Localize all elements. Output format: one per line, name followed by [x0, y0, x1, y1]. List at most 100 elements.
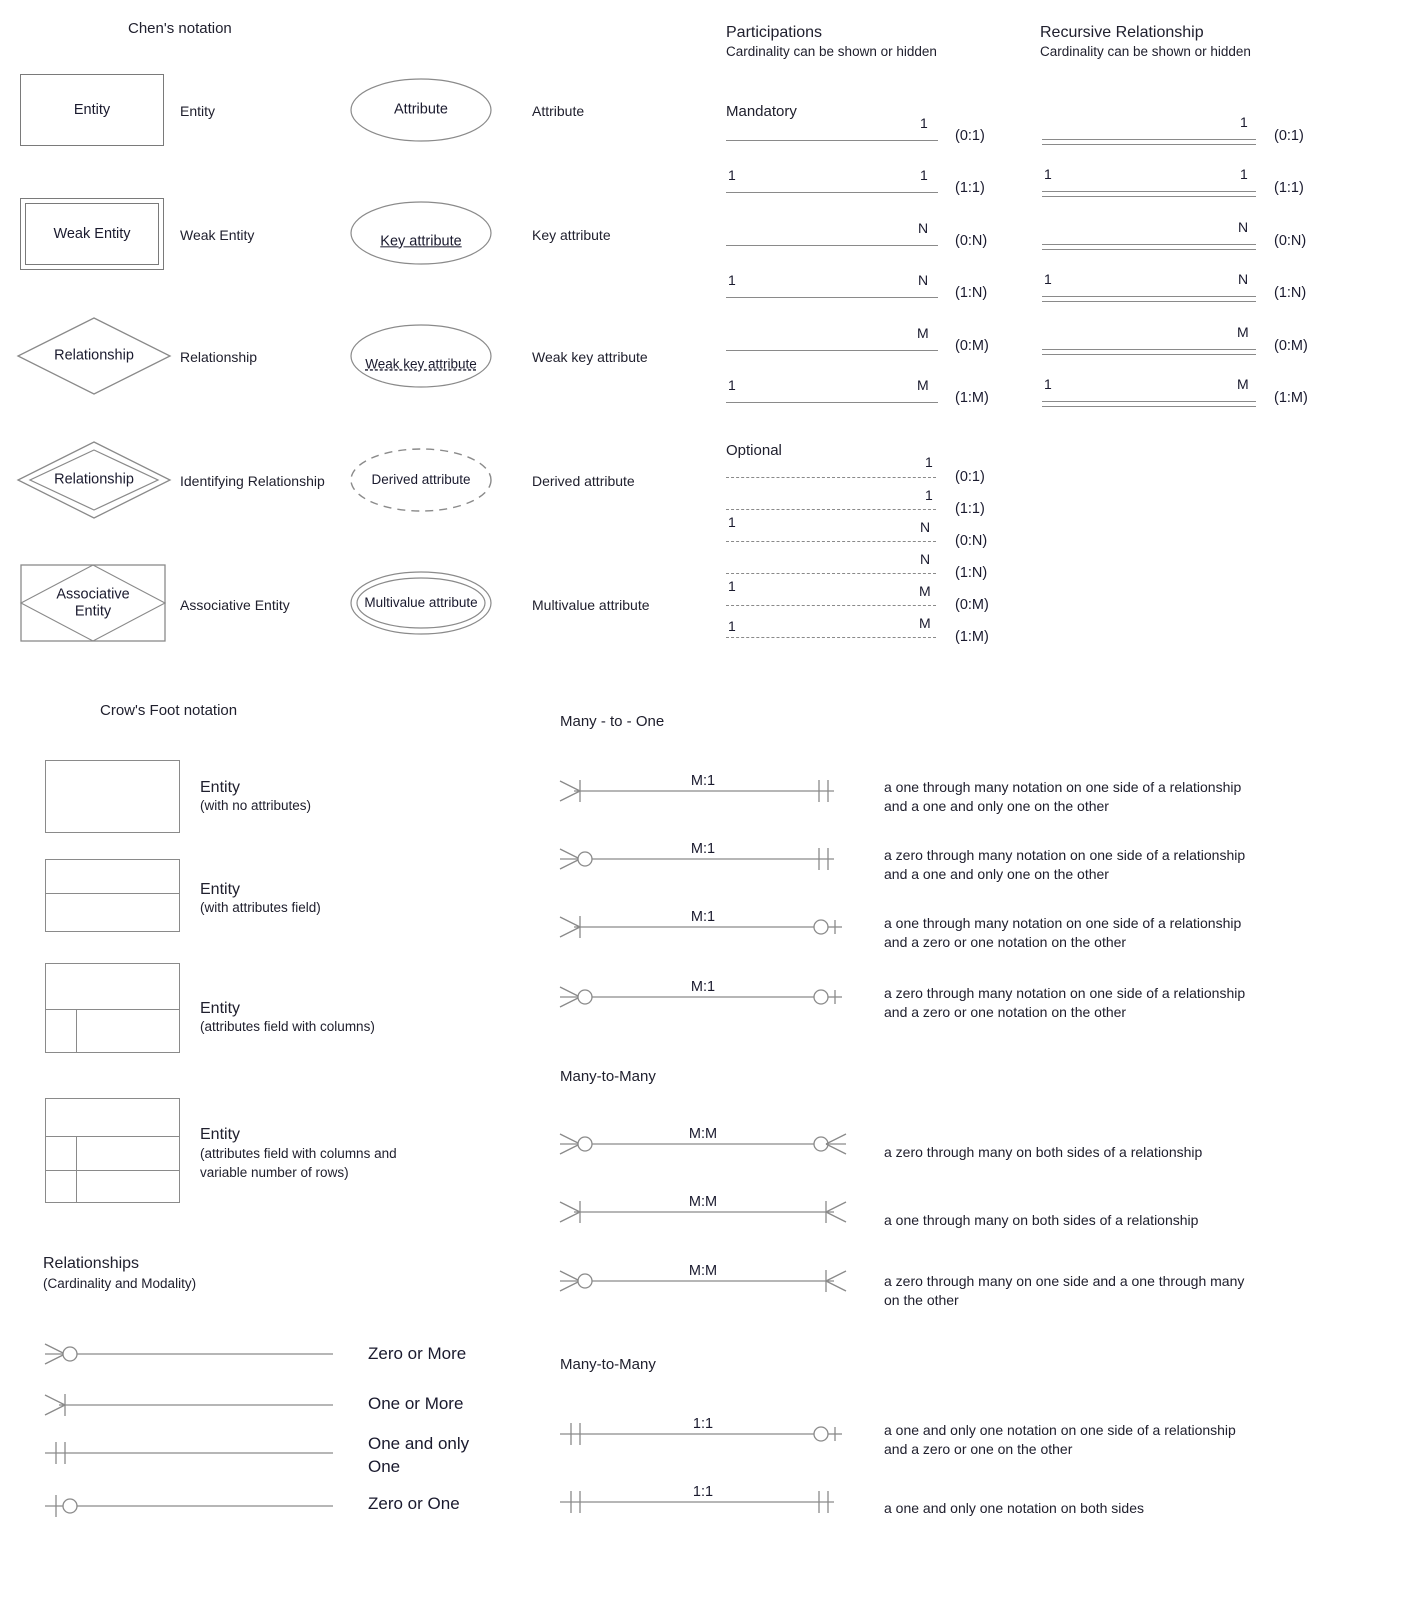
participation-cardinality: (0:1) [955, 128, 985, 144]
recursive-line-bottom [1042, 301, 1256, 303]
modality-symbol-one-and-only-one [43, 1437, 333, 1469]
chen-attribute-caption: Attribute [532, 103, 585, 119]
modality-label-zero-or-more: Zero or More [368, 1344, 467, 1363]
participation-cardinality: (1:1) [955, 180, 985, 196]
recursive-cardinality: (1:1) [1274, 180, 1304, 196]
recursive-line-top [1042, 244, 1256, 246]
participation-right-cardinality: N [920, 551, 931, 567]
chen-weak-entity-caption: Weak Entity [180, 227, 255, 243]
crowsfoot-entity-name: Entity [200, 1000, 241, 1017]
many-to-one-cardinality-row-3: M:1 [690, 979, 716, 995]
chen-multivalue-attribute-caption: Multivalue attribute [532, 597, 650, 613]
chen-weak-entity-shape: Weak Entity [20, 198, 164, 270]
chen-attribute-shape: Attribute [350, 78, 492, 142]
participation-line [726, 192, 938, 194]
recursive-right-cardinality: N [1238, 271, 1249, 287]
many-to-many-description-row-2: a zero through many on one side and a on… [884, 1273, 1245, 1308]
participation-left-cardinality: 1 [728, 167, 736, 183]
chen-weak-key-attribute-caption: Weak key attribute [532, 349, 648, 365]
recursive-cardinality: (0:N) [1274, 233, 1307, 249]
modality-symbol-zero-or-one [43, 1490, 333, 1522]
many-to-many-cardinality-row-1: M:M [688, 1194, 718, 1210]
relationships-title: Relationships [43, 1255, 140, 1272]
modality-label-one-or-more: One or More [368, 1394, 464, 1413]
crowsfoot-entity-name: Entity [200, 881, 241, 898]
one-to-one-cardinality-row-0: 1:1 [692, 1416, 714, 1432]
participation-cardinality: (1:N) [955, 565, 988, 581]
participation-line [726, 402, 938, 404]
participation-right-cardinality: M [919, 583, 931, 599]
chen-relationship-caption: Relationship [180, 349, 258, 365]
crowsfoot-entity-detail: (with attributes field) [200, 900, 321, 915]
recursive-line-bottom [1042, 196, 1256, 198]
chen-identifying-relationship-shape: Relationship [16, 440, 172, 520]
recursive-right-cardinality: M [1237, 376, 1249, 392]
many-to-many-cardinality-row-2: M:M [688, 1263, 718, 1279]
chen-derived-attribute-shape: Derived attribute [350, 448, 492, 512]
recursive-left-cardinality: 1 [1044, 376, 1052, 392]
crowsfoot-entity-detail: (attributes field with columns and varia… [200, 1146, 397, 1180]
recursive-line-bottom [1042, 354, 1256, 356]
recursive-cardinality: (1:N) [1274, 285, 1307, 301]
recursive-right-cardinality: M [1237, 324, 1249, 340]
participation-right-cardinality: 1 [920, 167, 928, 183]
participation-cardinality: (0:N) [955, 233, 988, 249]
recursive-right-cardinality: 1 [1240, 114, 1248, 130]
participation-line [726, 140, 938, 142]
participation-right-cardinality: N [920, 519, 931, 535]
chen-key-attribute-caption: Key attribute [532, 227, 611, 243]
participation-line [726, 350, 938, 352]
recursive-line-top [1042, 191, 1256, 193]
modality-label-zero-or-one: Zero or One [368, 1494, 460, 1513]
participations-subtitle: Cardinality can be shown or hidden [726, 44, 937, 59]
participation-dashed-line [726, 637, 936, 638]
many-to-one-cardinality-row-2: M:1 [690, 909, 716, 925]
participation-left-cardinality: 1 [728, 514, 736, 530]
crowsfoot-notation-title: Crow's Foot notation [100, 702, 238, 719]
modality-symbol-zero-or-more [43, 1338, 333, 1370]
recursive-left-cardinality: 1 [1044, 166, 1052, 182]
modality-label-one-and-only-one: One and only One [368, 1434, 470, 1476]
chen-identifying-relationship-caption: Identifying Relationship [180, 473, 325, 489]
participation-dashed-line [726, 477, 936, 478]
participation-line [726, 297, 938, 299]
many-to-many-description-row-0: a zero through many on both sides of a r… [884, 1144, 1203, 1160]
chen-associative-entity-caption: Associative Entity [180, 597, 290, 613]
participation-dashed-line [726, 573, 936, 574]
participation-left-cardinality: 1 [728, 618, 736, 634]
recursive-line-top [1042, 139, 1256, 141]
participation-right-cardinality: N [918, 272, 929, 288]
participation-dashed-line [726, 605, 936, 606]
many-to-many-cardinality-row-0: M:M [688, 1126, 718, 1142]
crowsfoot-entity-detail: (with no attributes) [200, 798, 312, 813]
many-to-one-cardinality-row-0: M:1 [690, 773, 716, 789]
chen-entity-shape-label: Entity [73, 102, 111, 118]
one-to-one-cardinality-row-1: 1:1 [692, 1484, 714, 1500]
one-to-one-title: Many-to-Many [560, 1356, 656, 1373]
many-to-one-description-row-2: a one through many notation on one side … [884, 915, 1242, 950]
participations-mandatory-label: Mandatory [726, 103, 797, 120]
participation-right-cardinality: 1 [925, 454, 933, 470]
recursive-line-top [1042, 401, 1256, 403]
crowsfoot-entity-detail: (attributes field with columns) [200, 1019, 375, 1034]
participation-cardinality: (1:M) [955, 390, 989, 406]
participation-cardinality: (1:M) [955, 629, 989, 645]
recursive-line-bottom [1042, 406, 1256, 408]
chen-entity-caption: Entity [180, 103, 216, 119]
chen-multivalue-attribute-shape: Multivalue attribute [350, 571, 492, 635]
recursive-line-top [1042, 296, 1256, 298]
chen-entity-shape: Entity [20, 74, 164, 146]
participation-right-cardinality: 1 [920, 115, 928, 131]
recursive-relationship-subtitle: Cardinality can be shown or hidden [1040, 44, 1251, 59]
many-to-many-description-row-1: a one through many on both sides of a re… [884, 1212, 1199, 1228]
recursive-right-cardinality: 1 [1240, 166, 1248, 182]
participation-cardinality: (1:N) [955, 285, 988, 301]
recursive-cardinality: (0:1) [1274, 128, 1304, 144]
participation-dashed-line [726, 541, 936, 542]
chen-notation-title: Chen's notation [128, 20, 232, 37]
many-to-one-cardinality-row-1: M:1 [690, 841, 716, 857]
recursive-cardinality: (1:M) [1274, 390, 1308, 406]
recursive-line-bottom [1042, 249, 1256, 251]
participation-dashed-line [726, 509, 936, 510]
recursive-left-cardinality: 1 [1044, 271, 1052, 287]
